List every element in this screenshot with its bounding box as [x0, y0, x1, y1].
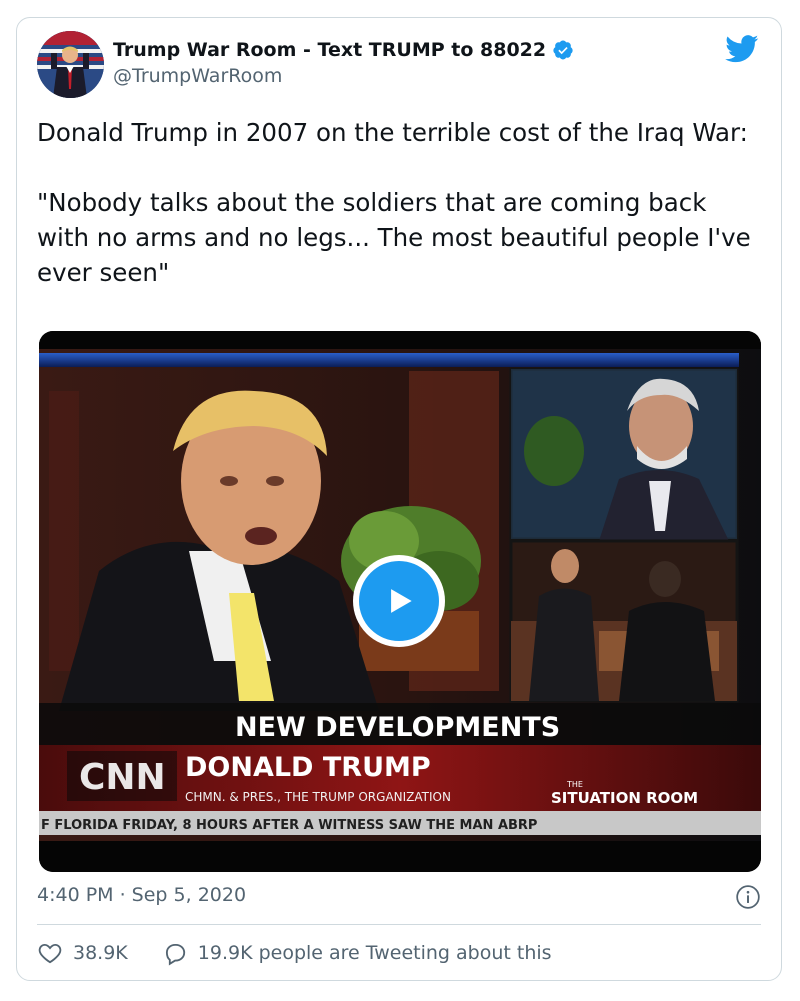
- info-icon[interactable]: [735, 884, 761, 910]
- twitter-bird-icon[interactable]: [725, 35, 759, 63]
- like-count: 38.9K: [73, 942, 128, 964]
- handle[interactable]: @TrumpWarRoom: [113, 65, 574, 87]
- engagement-bar: 38.9K 19.9K people are Tweeting about th…: [37, 940, 552, 966]
- tweet-text: Donald Trump in 2007 on the terrible cos…: [37, 118, 751, 287]
- tweeting-about-action[interactable]: 19.9K people are Tweeting about this: [162, 940, 552, 966]
- speaker-name: DONALD TRUMP: [185, 752, 431, 783]
- tweet-card: Trump War Room - Text TRUMP to 88022 @Tr…: [16, 17, 782, 981]
- speaker-title: CHMN. & PRES., THE TRUMP ORGANIZATION: [185, 790, 451, 804]
- speech-bubble-icon: [165, 943, 185, 966]
- tweeting-about-text: 19.9K people are Tweeting about this: [197, 942, 552, 964]
- display-name-row: Trump War Room - Text TRUMP to 88022: [113, 39, 574, 61]
- avatar-image: [37, 31, 104, 98]
- play-button-inner: [359, 561, 439, 641]
- avatar[interactable]: [37, 31, 104, 98]
- show-name-small: THE: [566, 780, 583, 789]
- show-name: SITUATION ROOM: [551, 789, 698, 807]
- divider: [37, 924, 761, 925]
- play-icon: [391, 589, 412, 613]
- author-names: Trump War Room - Text TRUMP to 88022 @Tr…: [113, 39, 574, 87]
- news-ticker: F FLORIDA FRIDAY, 8 HOURS AFTER A WITNES…: [41, 818, 537, 833]
- play-button[interactable]: [353, 555, 445, 647]
- cnn-logo: CNN: [79, 757, 166, 798]
- heart-icon: [38, 943, 62, 964]
- display-name[interactable]: Trump War Room - Text TRUMP to 88022: [113, 39, 546, 61]
- lower-third-headline: NEW DEVELOPMENTS: [235, 712, 560, 743]
- verified-badge-icon: [553, 40, 573, 60]
- tweet-timestamp[interactable]: 4:40 PM · Sep 5, 2020: [37, 884, 246, 906]
- like-action[interactable]: 38.9K: [37, 940, 128, 966]
- video-player[interactable]: NEW DEVELOPMENTS CNN DONALD TRUMP CHMN. …: [39, 331, 761, 872]
- tweet-header: Trump War Room - Text TRUMP to 88022 @Tr…: [37, 31, 761, 101]
